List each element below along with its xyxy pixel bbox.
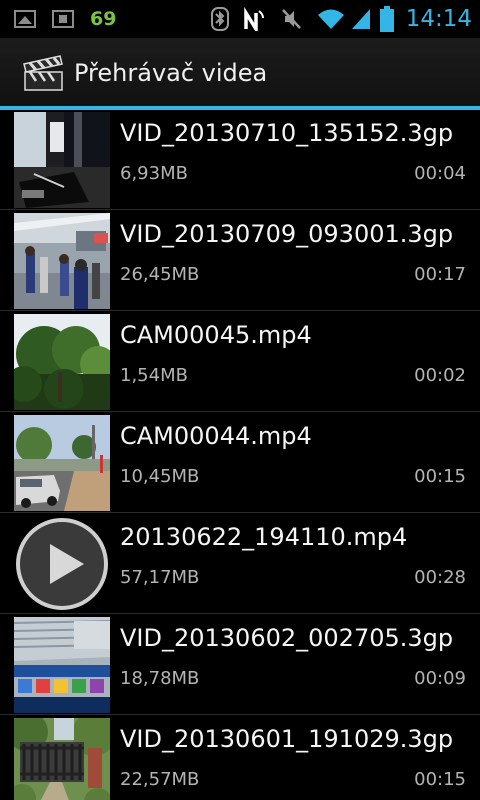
bluetooth-icon	[210, 7, 229, 31]
video-list-item[interactable]: VID_20130602_002705.3gp 18,78MB 00:09	[0, 615, 480, 715]
video-size: 26,45MB	[120, 264, 200, 285]
video-list-item[interactable]: VID_20130710_135152.3gp 6,93MB 00:04	[0, 110, 480, 210]
status-bar-system-icons: 14:14	[198, 4, 472, 34]
video-filename: CAM00044.mp4	[120, 422, 312, 450]
status-bar-notifications: 69	[14, 7, 116, 31]
mute-icon	[279, 7, 303, 31]
video-filename: VID_20130710_135152.3gp	[120, 119, 454, 147]
video-duration: 00:04	[414, 163, 466, 184]
video-size: 22,57MB	[120, 769, 200, 790]
image-icon	[14, 10, 36, 28]
video-duration: 00:09	[414, 668, 466, 689]
clapperboard-icon[interactable]	[22, 54, 64, 92]
video-list-item[interactable]: VID_20130601_191029.3gp 22,57MB 00:15	[0, 716, 480, 800]
video-list-item[interactable]: VID_20130709_093001.3gp 26,45MB 00:17	[0, 211, 480, 311]
video-duration: 00:15	[414, 769, 466, 790]
nfc-icon	[242, 7, 266, 31]
video-size: 10,45MB	[120, 466, 200, 487]
video-thumbnail	[14, 718, 110, 800]
page-title: Přehrávač videa	[74, 59, 268, 87]
video-thumbnail	[14, 314, 110, 410]
video-list-item[interactable]: CAM00045.mp4 1,54MB 00:02	[0, 312, 480, 412]
video-filename: VID_20130709_093001.3gp	[120, 220, 454, 248]
battery-icon	[379, 6, 394, 32]
video-list[interactable]: VID_20130710_135152.3gp 6,93MB 00:04 VID…	[0, 110, 480, 800]
video-thumbnail	[14, 112, 110, 208]
video-size: 18,78MB	[120, 668, 200, 689]
screenshot-icon	[52, 10, 74, 28]
battery-level-text: 69	[90, 8, 117, 30]
video-duration: 00:15	[414, 466, 466, 487]
video-list-item[interactable]: 20130622_194110.mp4 57,17MB 00:28	[0, 514, 480, 614]
video-size: 6,93MB	[120, 163, 188, 184]
video-thumbnail	[14, 213, 110, 309]
video-filename: VID_20130602_002705.3gp	[120, 624, 454, 652]
action-bar: Přehrávač videa	[0, 38, 480, 106]
signal-icon	[350, 7, 372, 31]
wifi-icon	[316, 7, 346, 31]
video-size: 1,54MB	[120, 365, 188, 386]
video-duration: 00:28	[414, 567, 466, 588]
video-duration: 00:02	[414, 365, 466, 386]
video-duration: 00:17	[414, 264, 466, 285]
video-filename: CAM00045.mp4	[120, 321, 312, 349]
clock: 14:14	[405, 6, 472, 32]
video-size: 57,17MB	[120, 567, 200, 588]
video-list-item[interactable]: CAM00044.mp4 10,45MB 00:15	[0, 413, 480, 513]
video-filename: VID_20130601_191029.3gp	[120, 725, 454, 753]
status-bar: 69 14:14	[0, 0, 480, 38]
play-icon	[14, 516, 110, 612]
video-thumbnail	[14, 617, 110, 713]
video-thumbnail	[14, 415, 110, 511]
video-filename: 20130622_194110.mp4	[120, 523, 408, 551]
